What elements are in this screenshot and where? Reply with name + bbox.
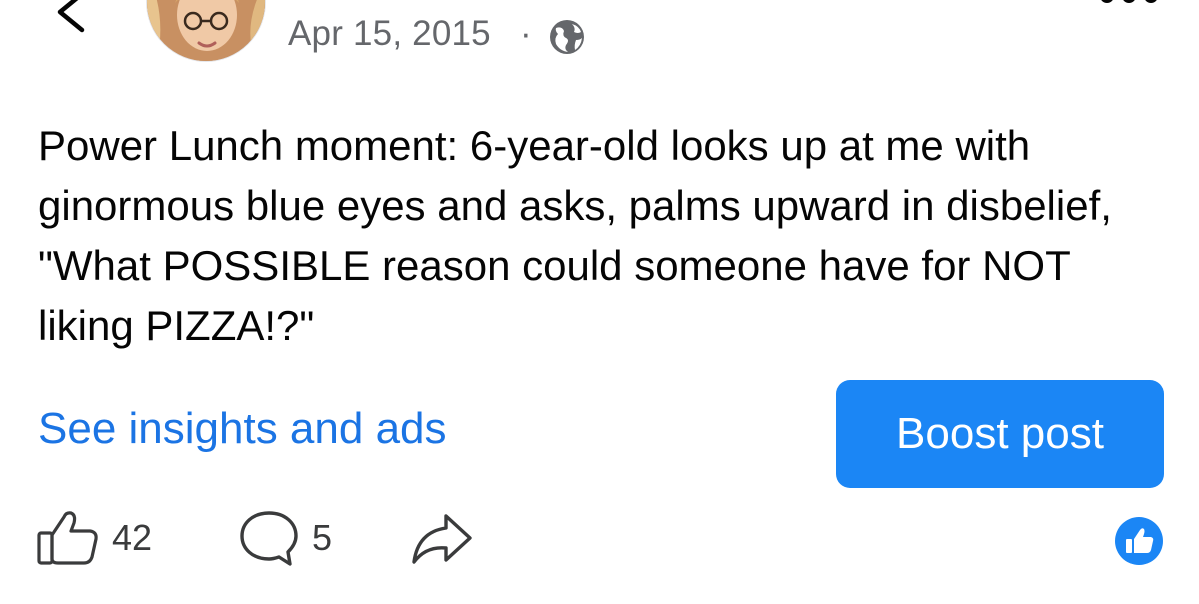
like-button[interactable]: 42: [36, 508, 152, 568]
share-button[interactable]: [410, 508, 474, 568]
globe-icon: [548, 18, 586, 56]
share-arrow-icon: [412, 514, 472, 564]
comment-button[interactable]: 5: [238, 508, 332, 568]
chevron-left-icon: [57, 0, 85, 33]
more-dots-icon: [1101, 0, 1157, 3]
back-button[interactable]: [50, 0, 90, 34]
comment-bubble-icon: [240, 511, 298, 566]
more-options-button[interactable]: [1098, 0, 1160, 14]
post-date[interactable]: Apr 15, 2015: [288, 14, 491, 54]
like-reaction-icon: [1114, 516, 1164, 566]
see-insights-link[interactable]: See insights and ads: [38, 404, 447, 454]
thumbs-up-icon: [37, 511, 98, 565]
boost-post-button[interactable]: Boost post: [836, 380, 1164, 488]
avatar[interactable]: [146, 0, 266, 62]
avatar-photo: [147, 0, 265, 61]
post-text: Power Lunch moment: 6-year-old looks up …: [38, 122, 1112, 349]
comment-count: 5: [312, 517, 333, 558]
like-count: 42: [112, 517, 153, 558]
date-separator: ·: [520, 14, 532, 53]
